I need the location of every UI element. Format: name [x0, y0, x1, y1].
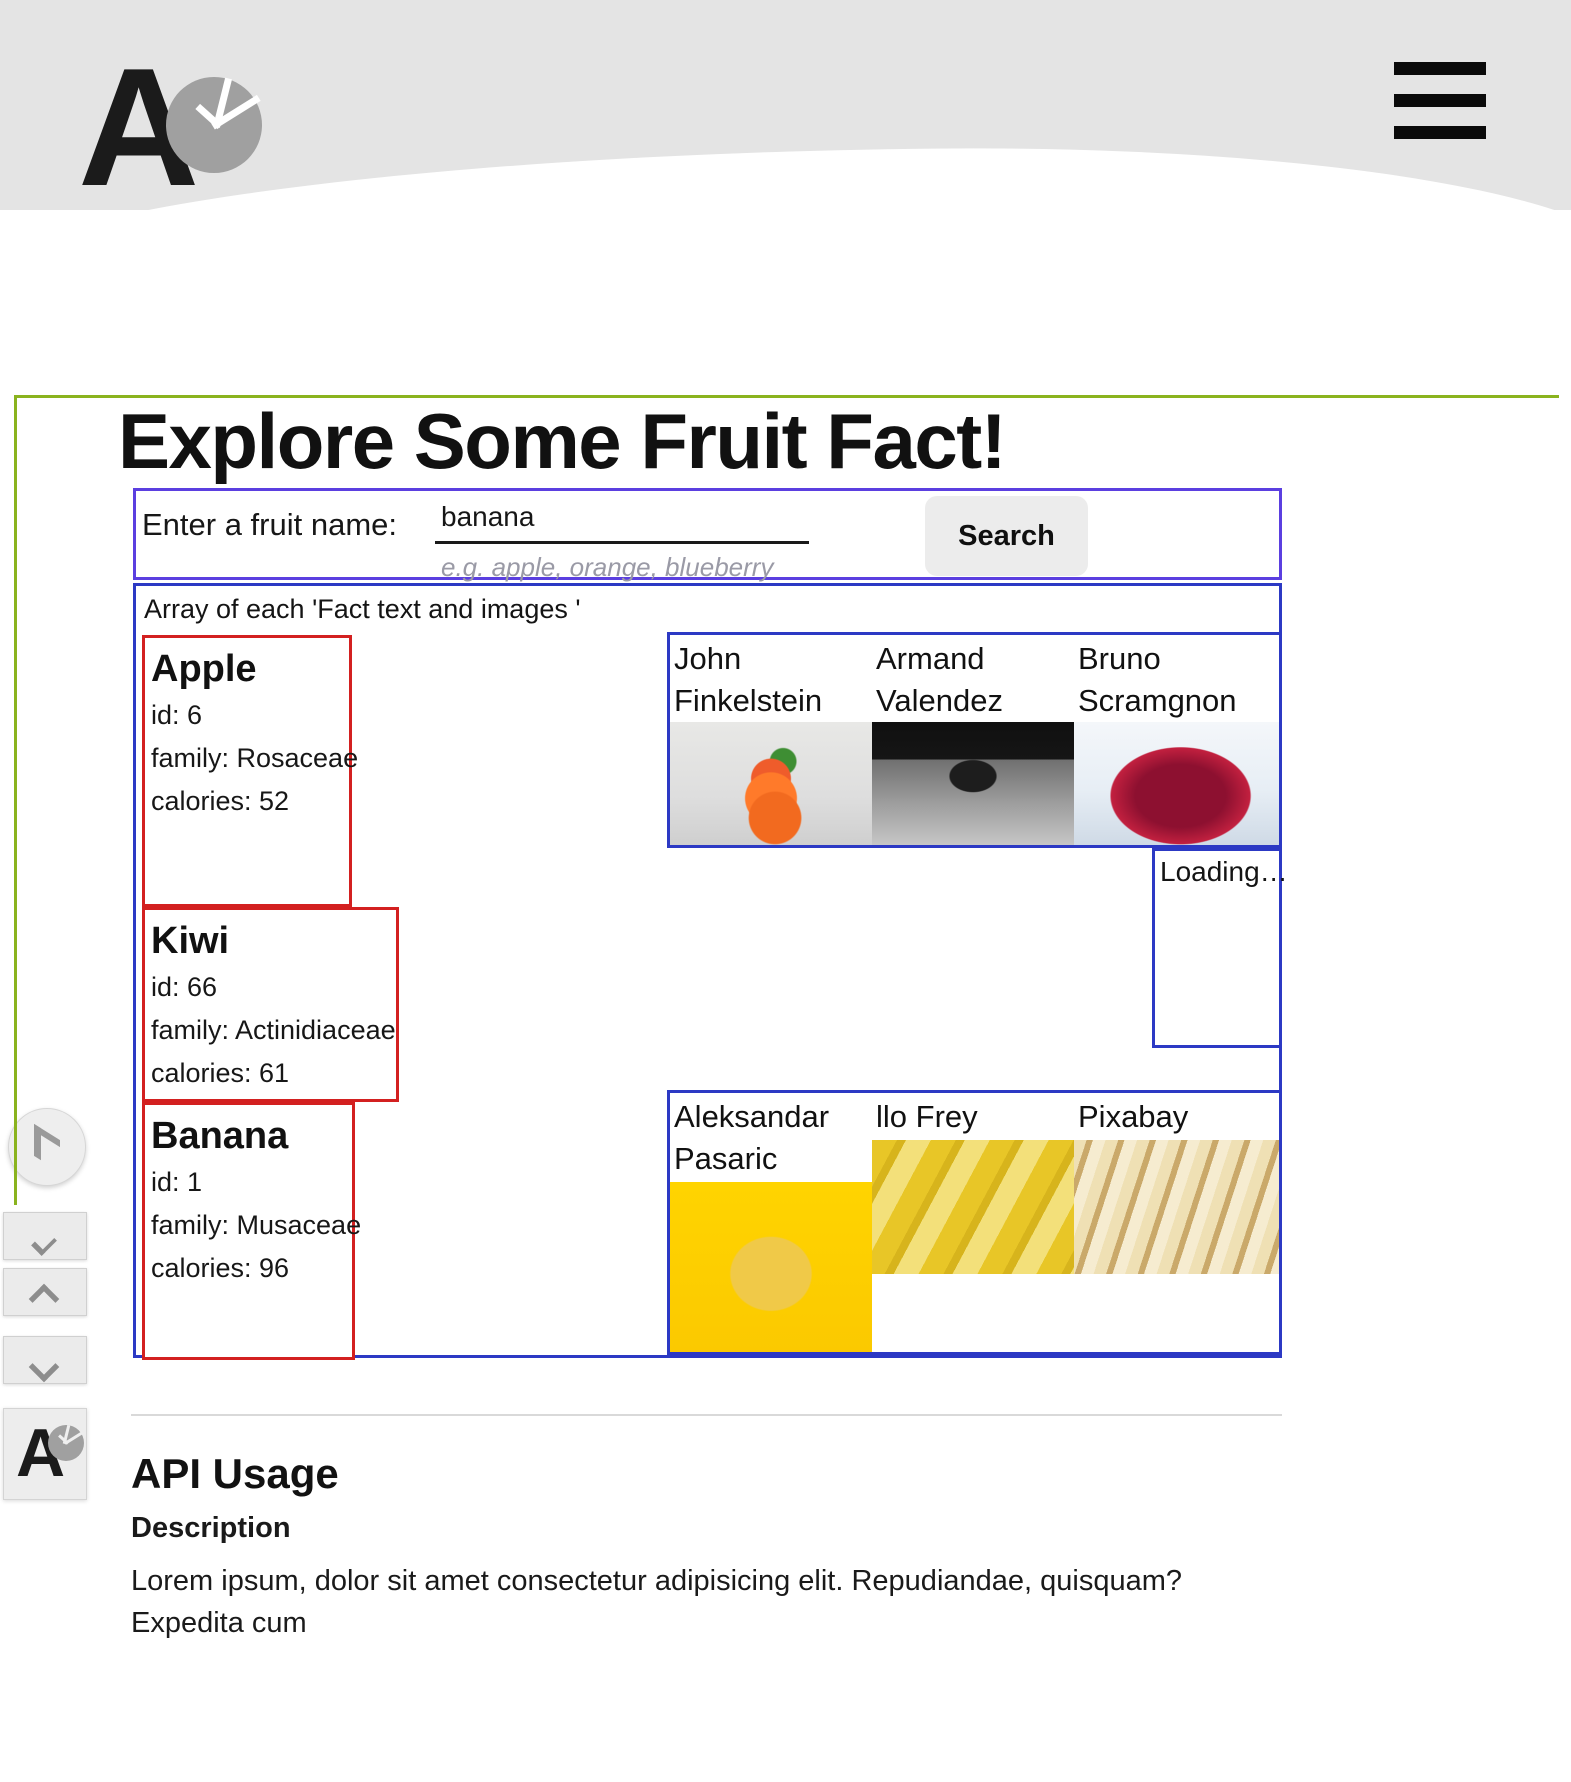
collapse-double-chevron-icon[interactable]: [3, 1212, 87, 1260]
brand-logo[interactable]: A: [78, 43, 288, 210]
photo-credits-bottom: Aleksandar Pasaric llo Frey Pixabay: [667, 1090, 1282, 1355]
fruit-card[interactable]: Apple id: 6 family: Rosaceae calories: 5…: [142, 635, 359, 907]
imac-apple-logo-photo: [872, 722, 1074, 845]
api-usage-title: API Usage: [131, 1450, 339, 1497]
page-title: Explore Some Fruit Fact!: [118, 397, 1007, 485]
banana-bunch-photo: [872, 1140, 1074, 1274]
loading-text: Loading…: [1160, 856, 1288, 887]
results-container: Array of each 'Fact text and images ' Ap…: [133, 583, 1288, 1360]
fruit-calories: calories: 96: [151, 1253, 290, 1283]
section-divider: [131, 1414, 1282, 1416]
search-hint: e.g. apple, orange, blueberry: [441, 552, 774, 582]
search-input[interactable]: [435, 499, 809, 544]
fruit-card[interactable]: Banana id: 1 family: Musaceae calories: …: [142, 1102, 362, 1360]
description-body: Lorem ipsum, dolor sit amet consectetur …: [131, 1565, 1183, 1639]
hamburger-menu-icon[interactable]: [1394, 62, 1486, 140]
banana-bowl-photo: [670, 1182, 872, 1352]
fruit-id: id: 6: [151, 700, 203, 730]
fruit-name: Kiwi: [151, 920, 230, 962]
photo-credit-name: Bruno Scramgnon: [1078, 641, 1237, 718]
chevron-up-icon[interactable]: [3, 1268, 87, 1316]
photo-credit-item[interactable]: Aleksandar Pasaric: [670, 1093, 872, 1352]
fruit-name: Banana: [151, 1115, 289, 1157]
photo-credit-item[interactable]: Bruno Scramgnon: [1074, 635, 1279, 845]
fruit-id: id: 1: [151, 1167, 203, 1197]
fruit-family: family: Musaceae: [151, 1210, 362, 1240]
photo-credit-name: John Finkelstein: [674, 641, 823, 718]
photo-credit-name: llo Frey: [876, 1099, 978, 1134]
red-apple-photo: [1074, 722, 1279, 845]
search-label: Enter a fruit name:: [142, 507, 398, 542]
search-field-wrapper: e.g. apple, orange, blueberry: [435, 499, 809, 583]
pie-chart-icon: [166, 77, 262, 173]
photo-credit-item[interactable]: Armand Valendez: [872, 635, 1074, 845]
fruit-calories: calories: 61: [151, 1058, 290, 1088]
photo-credit-name: Pixabay: [1078, 1099, 1189, 1134]
search-form: Enter a fruit name: e.g. apple, orange, …: [133, 488, 1282, 583]
photo-credits-top: John Finkelstein Armand Valendez Bruno S…: [667, 632, 1282, 848]
sliced-apple-photo: [670, 722, 872, 845]
fruit-name: Apple: [151, 648, 257, 690]
fruit-family: family: Rosaceae: [151, 743, 359, 773]
rail-brand-logo[interactable]: A: [3, 1408, 87, 1500]
loading-panel: Loading…: [1152, 848, 1288, 1048]
photo-credit-name: Armand Valendez: [876, 641, 1003, 718]
rail-pie-chart-icon: [48, 1424, 84, 1461]
photo-credit-name: Aleksandar Pasaric: [674, 1099, 830, 1176]
fruit-family: family: Actinidiaceae: [151, 1015, 396, 1045]
search-button[interactable]: Search: [925, 496, 1088, 576]
fruit-id: id: 66: [151, 972, 218, 1002]
fruit-card[interactable]: Kiwi id: 66 family: Actinidiaceae calori…: [142, 907, 399, 1102]
results-caption: Array of each 'Fact text and images ': [144, 594, 581, 624]
photo-credit-item[interactable]: Pixabay: [1074, 1093, 1279, 1352]
description-subtitle: Description: [131, 1512, 291, 1544]
peeled-banana-dark-photo: [1074, 1140, 1279, 1274]
fruit-calories: calories: 52: [151, 786, 290, 816]
photo-credit-item[interactable]: llo Frey: [872, 1093, 1074, 1352]
site-header: A: [0, 0, 1571, 210]
photo-credit-item[interactable]: John Finkelstein: [670, 635, 872, 845]
chevron-down-icon[interactable]: [3, 1336, 87, 1384]
